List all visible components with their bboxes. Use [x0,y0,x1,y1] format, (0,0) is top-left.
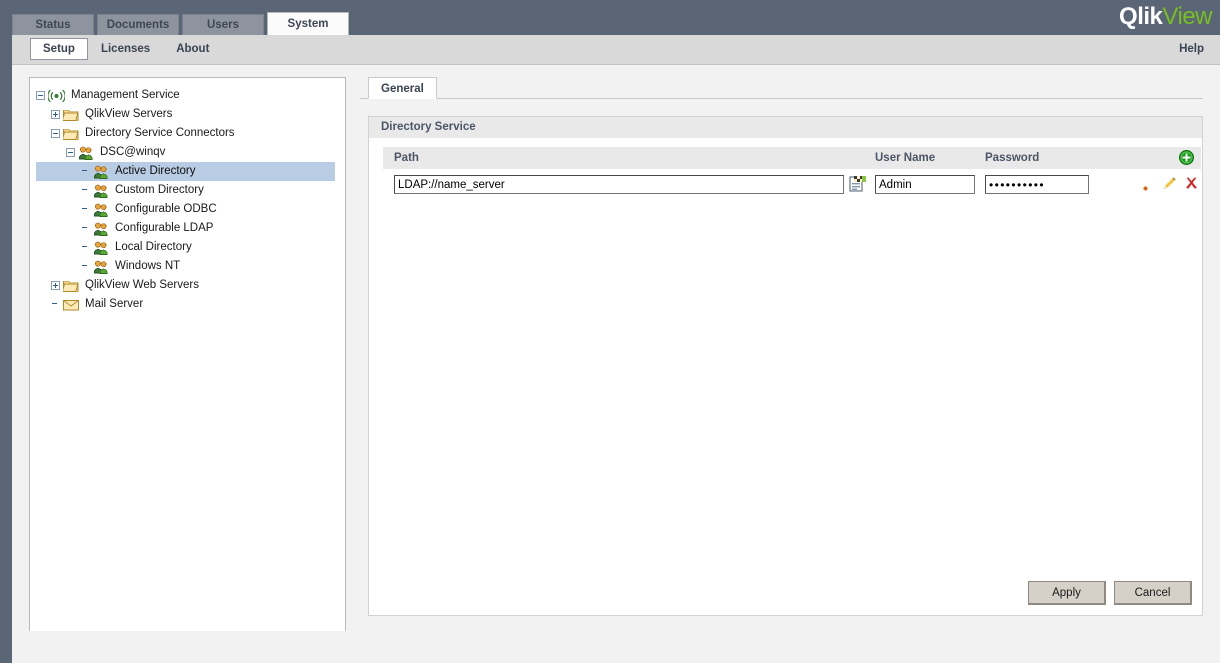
tree-spacer [51,300,60,309]
content-panel: General Directory Service Path User Name… [360,77,1203,634]
sub-tab-setup[interactable]: Setup [30,38,88,60]
main-tab-documents[interactable]: Documents [97,14,179,35]
folder-icon [63,127,81,141]
section-header-directory-service: Directory Service [369,117,1202,138]
logo-text-view: View [1162,3,1212,30]
tree-item-active-directory[interactable]: Active Directory [36,162,335,181]
cancel-button[interactable]: Cancel [1114,581,1192,605]
tree-expander-minus-icon[interactable] [66,148,75,157]
left-rail [0,0,12,663]
tree-expander-minus-icon[interactable] [51,129,60,138]
tree-item-management-service[interactable]: Management Service [36,86,345,105]
tree-item-windows-nt[interactable]: Windows NT [36,257,345,276]
directory-service-panel: Directory Service Path User Name Passwor… [368,116,1203,616]
tree-item-configurable-ldap[interactable]: Configurable LDAP [36,219,345,238]
tree-spacer [81,167,90,176]
sub-tab-licenses[interactable]: Licenses [88,38,163,60]
users-icon [93,221,111,237]
required-asterisk-icon [1142,179,1149,197]
form-action-buttons: Apply Cancel [1028,581,1192,605]
main-tab-status[interactable]: Status [12,14,94,35]
tree-spacer [81,186,90,195]
tab-general[interactable]: General [368,77,437,99]
main-tab-system[interactable]: System [267,12,349,35]
browse-folder-icon[interactable] [849,175,867,193]
tree-item-dsc-winqv[interactable]: DSC@winqv [36,143,345,162]
tree-item-custom-directory[interactable]: Custom Directory [36,181,345,200]
pencil-icon[interactable] [1162,176,1177,196]
add-circle-icon[interactable] [1179,150,1194,165]
broadcast-icon [48,89,67,103]
logo-text-qlik: Qlik [1119,3,1163,30]
password-input[interactable] [985,175,1089,194]
sub-toolbar: Setup Licenses About Help [12,35,1220,65]
tree-expander-plus-icon[interactable] [51,281,60,290]
column-header-path: Path [394,152,419,164]
sub-tab-about[interactable]: About [163,38,222,60]
navigation-tree-panel: Management Service QlikView Servers Direct… [29,77,346,634]
grid-header-row: Path User Name Password [383,147,1201,169]
tree-item-label: QlikView Web Servers [85,279,199,291]
tree-item-mail-server[interactable]: Mail Server [36,295,345,314]
tree-spacer [81,224,90,233]
main-tab-bar: Status Documents Users System [12,12,352,35]
users-icon [93,164,111,180]
tree-item-qlikview-servers[interactable]: QlikView Servers [36,105,345,124]
body-area: Management Service QlikView Servers Direct… [12,66,1220,634]
user-name-input[interactable] [875,175,975,194]
tree-item-qlikview-web-servers[interactable]: QlikView Web Servers [36,276,345,295]
tree-item-label: Local Directory [115,241,192,253]
tree-item-label: Configurable LDAP [115,222,214,234]
tree-item-local-directory[interactable]: Local Directory [36,238,345,257]
users-icon [93,259,111,275]
tree-item-configurable-odbc[interactable]: Configurable ODBC [36,200,345,219]
tree-item-label: Configurable ODBC [115,203,217,215]
tree-item-directory-service-connectors[interactable]: Directory Service Connectors [36,124,345,143]
content-tab-bar: General [360,77,1203,99]
apply-button[interactable]: Apply [1028,581,1106,605]
tree-item-label: Management Service [71,89,180,101]
users-icon [93,202,111,218]
tree-item-label: Active Directory [115,165,196,177]
tree-spacer [81,243,90,252]
folder-icon [63,279,81,293]
footer-strip [12,631,1220,663]
main-tab-users[interactable]: Users [182,14,264,35]
delete-x-icon[interactable] [1184,176,1199,196]
tree-spacer [81,262,90,271]
table-row [383,173,1201,199]
sub-tab-bar: Setup Licenses About [30,38,222,60]
users-icon [93,240,111,256]
row-action-group [1140,173,1202,197]
tree-expander-minus-icon[interactable] [36,91,45,100]
help-link[interactable]: Help [1179,43,1204,55]
qlikview-logo: QlikView [1119,2,1212,32]
tree-item-label: Mail Server [85,298,144,310]
tree-expander-plus-icon[interactable] [51,110,60,119]
users-icon [93,183,111,199]
tree-spacer [81,205,90,214]
column-header-user-name: User Name [875,152,936,164]
tree-item-label: Directory Service Connectors [85,127,235,139]
path-input[interactable] [394,175,844,194]
envelope-icon [63,299,81,311]
tree-item-label: DSC@winqv [100,146,166,158]
users-icon [78,145,96,161]
tree-item-label: Windows NT [115,260,181,272]
tree-item-label: QlikView Servers [85,108,173,120]
folder-icon [63,108,81,122]
tree-item-label: Custom Directory [115,184,204,196]
qlikview-management-console: QlikView Status Documents Users System Setu… [0,0,1220,663]
navigation-tree: Management Service QlikView Servers Direct… [30,78,345,314]
column-header-password: Password [985,152,1040,164]
